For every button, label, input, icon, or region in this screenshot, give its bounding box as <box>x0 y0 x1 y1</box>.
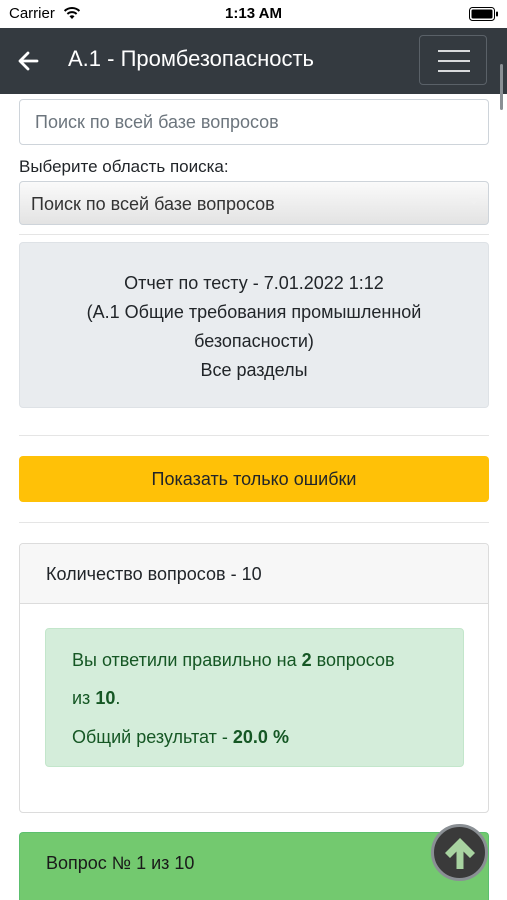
navbar: А.1 - Промбезопасность <box>0 28 507 110</box>
total-questions-line: из 10. <box>72 688 120 709</box>
test-report-box: Отчет по тесту - 7.01.2022 1:12 (А.1 Общ… <box>19 242 489 408</box>
total-prefix: из <box>72 688 91 708</box>
scroll-to-top-button[interactable] <box>431 824 488 881</box>
arrow-up-icon <box>445 838 475 869</box>
hamburger-line <box>438 60 470 62</box>
report-test-name-cont: безопасности) <box>194 331 314 351</box>
divider <box>19 522 489 523</box>
score-label: Общий результат - <box>72 727 228 747</box>
scroll-indicator <box>500 64 503 110</box>
report-sections: Все разделы <box>200 360 308 380</box>
report-title: Отчет по тесту - 7.01.2022 1:12 <box>124 273 384 293</box>
status-time: 1:13 AM <box>225 5 282 22</box>
report-test-name: (А.1 Общие требования промышленной <box>86 302 422 322</box>
chevron-down-icon <box>469 198 479 205</box>
battery-icon <box>469 7 498 21</box>
back-arrow-icon[interactable] <box>17 49 39 73</box>
search-input[interactable] <box>19 99 489 145</box>
score-line: Общий результат - 20.0 % <box>72 727 289 748</box>
page-title: А.1 - Промбезопасность <box>68 46 314 71</box>
status-bar: Carrier 1:13 AM <box>0 0 507 28</box>
correct-answers-line: Вы ответили правильно на 2 вопросов <box>72 650 395 671</box>
correct-answers-prefix: Вы ответили правильно на <box>72 650 297 670</box>
results-card: Количество вопросов - 10 Вы ответили пра… <box>19 543 489 813</box>
divider <box>19 435 489 436</box>
question-count: Количество вопросов - 10 <box>46 564 262 584</box>
hamburger-menu-button[interactable] <box>419 35 487 85</box>
correct-answers-suffix: вопросов <box>316 650 395 670</box>
result-alert: Вы ответили правильно на 2 вопросов из 1… <box>45 628 464 767</box>
search-area-selected-value: Поиск по всей базе вопросов <box>31 194 275 214</box>
divider <box>19 234 489 235</box>
total-count: 10 <box>95 688 116 708</box>
search-area-select[interactable]: Поиск по всей базе вопросов <box>19 181 489 225</box>
show-errors-only-button[interactable]: Показать только ошибки <box>19 456 489 502</box>
question-header: Вопрос № 1 из 10 <box>46 853 195 873</box>
hamburger-line <box>438 70 470 72</box>
hamburger-menu-icon <box>438 50 470 52</box>
total-suffix: . <box>115 688 121 708</box>
results-card-header: Количество вопросов - 10 <box>20 544 488 604</box>
score-value: 20.0 % <box>232 727 289 747</box>
question-card: Вопрос № 1 из 10 <box>19 832 489 900</box>
correct-count: 2 <box>301 650 312 670</box>
search-area-label: Выберите область поиска: <box>19 157 229 176</box>
